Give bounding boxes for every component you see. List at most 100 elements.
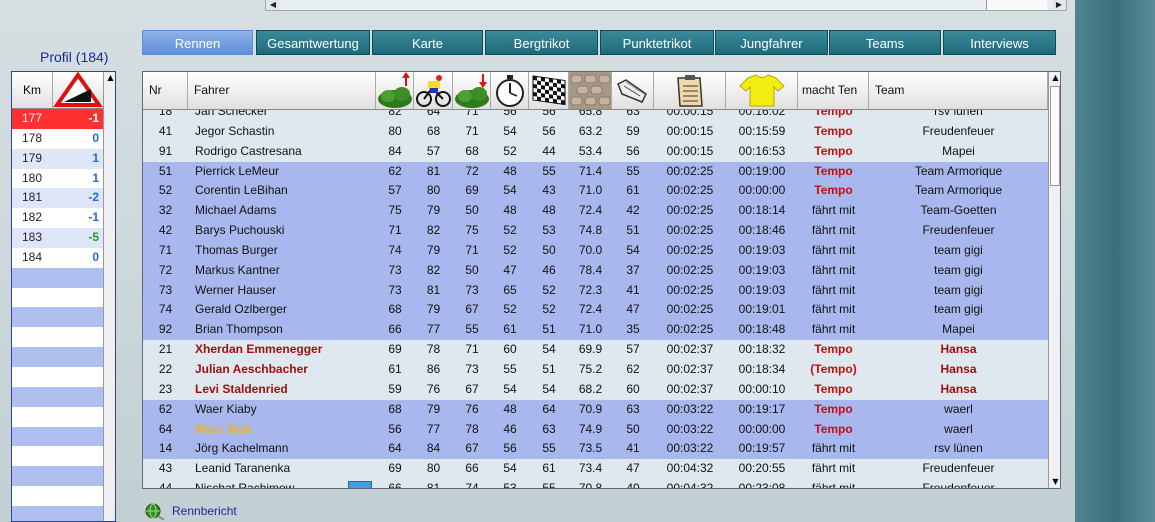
scroll-right-arrow-icon[interactable]: ▶ bbox=[1052, 0, 1066, 10]
cyclist-icon[interactable] bbox=[414, 72, 453, 109]
profil-scrollbar[interactable]: ▲ bbox=[103, 72, 115, 521]
col-fahrer-header[interactable]: Fahrer bbox=[188, 72, 376, 109]
col-nr-header[interactable]: Nr bbox=[143, 72, 188, 109]
cell-b: 80 bbox=[426, 461, 441, 476]
table-row[interactable]: 91 Rodrigo Castresana 84 57 68 52 44 53.4 56 00:0… bbox=[143, 141, 1048, 162]
cell-b: 81 bbox=[426, 163, 441, 178]
cell-g: 47 bbox=[626, 302, 640, 317]
col-macht-tempo-header[interactable]: macht Ten bbox=[798, 72, 869, 109]
scroll-left-arrow-icon[interactable]: ◀ bbox=[266, 0, 280, 10]
downhill-icon[interactable] bbox=[453, 72, 491, 109]
tab-karte[interactable]: Karte bbox=[372, 30, 483, 55]
yellow-jersey-icon[interactable] bbox=[726, 72, 798, 109]
tab-bergtrikot[interactable]: Bergtrikot bbox=[485, 30, 598, 55]
globe-icon bbox=[145, 503, 165, 520]
cell-b: 79 bbox=[426, 203, 441, 218]
table-row[interactable]: 64 Waer Ibak 56 77 78 46 63 74.9 50 00:03:22 00:00… bbox=[143, 419, 1048, 440]
cell-f: 72.4 bbox=[578, 302, 603, 317]
table-row[interactable]: 62 Waer Kiaby 68 79 76 48 64 70.9 63 00:03:22 00:1… bbox=[143, 399, 1048, 420]
notepad-icon[interactable] bbox=[654, 72, 726, 109]
cell-t1: 00:02:25 bbox=[666, 163, 714, 178]
profil-empty-row bbox=[12, 486, 103, 506]
table-row[interactable]: 23 Levi Staldenried 59 76 67 54 54 68.2 60 00:02:… bbox=[143, 379, 1048, 400]
table-row[interactable]: 41 Jegor Schastin 80 68 71 54 56 63.2 59 00:00:15… bbox=[143, 121, 1048, 142]
stopwatch-icon[interactable] bbox=[491, 72, 529, 109]
table-row[interactable]: 72 Markus Kantner 73 82 50 47 46 78.4 37 00:02:25… bbox=[143, 260, 1048, 281]
cell-g: 51 bbox=[626, 223, 640, 238]
cell-nr: 44 bbox=[158, 481, 173, 489]
profil-title: Profil (184) bbox=[40, 49, 109, 65]
table-row[interactable]: 21 Xherdan Emmenegger 69 78 71 60 54 69.9 57 00:0… bbox=[143, 340, 1048, 360]
table-row[interactable]: 71 Thomas Burger 74 79 71 52 50 70.0 54 00:02:25 0… bbox=[143, 240, 1048, 261]
profil-km: 182 bbox=[21, 210, 43, 225]
table-row[interactable]: 52 Corentin LeBihan 57 80 69 54 43 71.0 61 00:02:… bbox=[143, 181, 1048, 202]
profil-row[interactable]: 177 -1 bbox=[12, 109, 103, 129]
profil-col-km[interactable]: Km bbox=[12, 72, 53, 108]
profil-empty-row bbox=[12, 307, 103, 328]
profil-row[interactable]: 178 0 bbox=[12, 128, 103, 149]
cell-c: 69 bbox=[465, 183, 479, 198]
col-team-header[interactable]: Team bbox=[869, 72, 1048, 109]
tab-punktetrikot[interactable]: Punktetrikot bbox=[600, 30, 714, 55]
cell-team: Freudenfeuer bbox=[922, 461, 995, 476]
table-row[interactable]: 22 Julian Aeschbacher 61 86 73 55 51 75.2 62 00:0… bbox=[143, 359, 1048, 380]
cell-t2: 00:18:48 bbox=[738, 322, 786, 337]
cell-name: Corentin LeBihan bbox=[195, 183, 288, 198]
cell-name: Pierrick LeMeur bbox=[195, 163, 280, 178]
tab-rennen[interactable]: Rennen bbox=[142, 30, 253, 55]
table-row[interactable]: 73 Werner Hauser 73 81 73 65 52 72.3 41 00:02:25 0… bbox=[143, 280, 1048, 301]
cell-g: 40 bbox=[626, 481, 640, 489]
table-row[interactable]: 44 Nischat Rachimow 66 81 74 53 55 70.8 40 00:04:… bbox=[143, 479, 1048, 489]
profil-empty-row bbox=[12, 347, 103, 367]
cell-name: Brian Thompson bbox=[195, 322, 283, 337]
profil-row[interactable]: 182 -1 bbox=[12, 208, 103, 229]
scroll-thumb[interactable] bbox=[986, 0, 1047, 10]
profil-row[interactable]: 181 -2 bbox=[12, 188, 103, 209]
table-scroll-thumb[interactable] bbox=[1050, 86, 1060, 186]
scroll-down-arrow-icon[interactable]: ▼ bbox=[1049, 476, 1060, 488]
scroll-up-arrow-icon[interactable]: ▲ bbox=[104, 72, 115, 84]
table-row[interactable]: 32 Michael Adams 75 79 50 48 48 72.4 42 00:02:25 0… bbox=[143, 201, 1048, 222]
rennbericht-label[interactable]: Rennbericht bbox=[172, 504, 237, 518]
tab-interviews[interactable]: Interviews bbox=[943, 30, 1056, 55]
table-row[interactable]: 14 Jörg Kachelmann 64 84 67 56 55 73.5 41 00:03:2… bbox=[143, 439, 1048, 460]
cobblestone-icon[interactable] bbox=[569, 72, 612, 109]
gradient-warning-sign-icon[interactable] bbox=[53, 72, 103, 108]
cell-a: 73 bbox=[388, 282, 402, 297]
tab-jungfahrer[interactable]: Jungfahrer bbox=[715, 30, 828, 55]
cell-d: 47 bbox=[503, 262, 517, 277]
cell-nr: 22 bbox=[158, 361, 173, 376]
cell-c: 67 bbox=[465, 302, 479, 317]
table-scrollbar[interactable]: ▲ ▼ bbox=[1048, 72, 1060, 488]
checkered-flag-icon[interactable] bbox=[529, 72, 569, 109]
table-row[interactable]: 74 Gerald Ozlberger 68 79 67 52 52 72.4 47 00:02:… bbox=[143, 300, 1048, 321]
profil-row[interactable]: 184 0 bbox=[12, 247, 103, 268]
cell-e: 61 bbox=[542, 461, 556, 476]
cell-nr: 72 bbox=[158, 262, 173, 277]
cell-c: 66 bbox=[465, 461, 479, 476]
cell-d: 54 bbox=[503, 123, 517, 138]
profil-km: 180 bbox=[21, 170, 43, 185]
cell-a: 56 bbox=[388, 421, 402, 436]
cell-name: Xherdan Emmenegger bbox=[195, 342, 323, 357]
scroll-up-arrow-icon[interactable]: ▲ bbox=[1049, 72, 1060, 84]
table-row[interactable]: 43 Leanid Taranenka 69 80 66 54 61 73.4 47 00:04:… bbox=[143, 459, 1048, 480]
profil-row[interactable]: 180 1 bbox=[12, 168, 103, 189]
sprint-shoe-icon[interactable] bbox=[612, 72, 654, 109]
tab-gesamtwertung[interactable]: Gesamtwertung bbox=[256, 30, 370, 55]
profil-row[interactable]: 183 -5 bbox=[12, 228, 103, 248]
cell-t1: 00:02:25 bbox=[666, 203, 714, 218]
table-row[interactable]: 42 Barys Puchouski 71 82 75 52 53 74.8 51 00:02:2… bbox=[143, 221, 1048, 241]
cell-f: 71.0 bbox=[578, 322, 603, 337]
right-edge-background bbox=[1075, 0, 1155, 522]
uphill-icon[interactable] bbox=[376, 72, 414, 109]
top-horizontal-scrollbar[interactable]: ◀ ▶ bbox=[265, 0, 1067, 11]
table-row[interactable]: 92 Brian Thompson 66 77 55 61 51 71.0 35 00:02:25… bbox=[143, 320, 1048, 341]
cell-a: 75 bbox=[388, 203, 402, 218]
cell-d: 61 bbox=[503, 322, 517, 337]
table-row[interactable]: 51 Pierrick LeMeur 62 81 72 48 55 71.4 55 00:02:2… bbox=[143, 161, 1048, 182]
cell-status: Tempo bbox=[814, 421, 853, 436]
tab-teams[interactable]: Teams bbox=[829, 30, 941, 55]
cell-status: fährt mit bbox=[811, 242, 856, 257]
profil-row[interactable]: 179 1 bbox=[12, 148, 103, 169]
